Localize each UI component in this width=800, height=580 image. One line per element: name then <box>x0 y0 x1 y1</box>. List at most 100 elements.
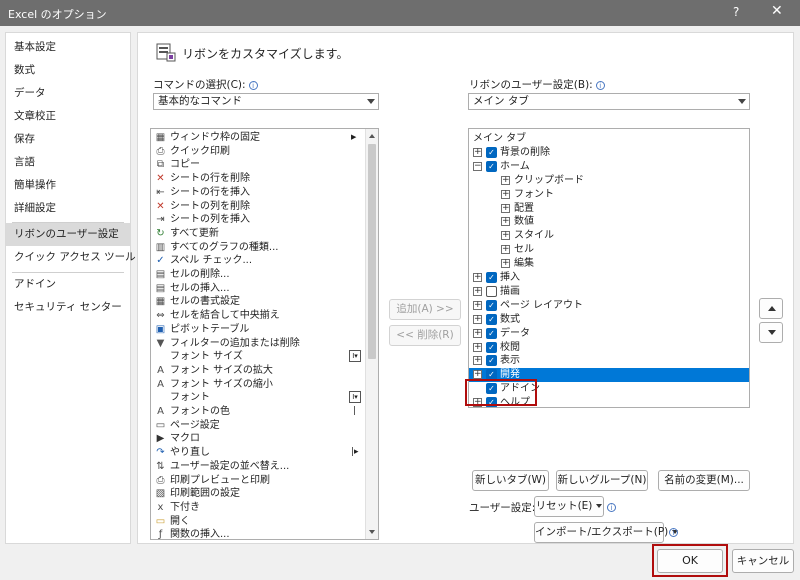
scroll-up-icon[interactable] <box>369 134 375 138</box>
expand-icon[interactable]: + <box>501 259 510 269</box>
add-button[interactable]: 追加(A) >> <box>389 299 461 320</box>
info-icon[interactable]: i <box>607 503 616 512</box>
rename-button[interactable]: 名前の変更(M)... <box>658 470 750 491</box>
checkbox[interactable]: ✓ <box>486 383 497 395</box>
checkbox[interactable] <box>486 285 497 297</box>
checkbox[interactable]: ✓ <box>486 355 497 367</box>
checkbox[interactable]: ✓ <box>486 160 497 172</box>
checkbox[interactable]: ✓ <box>486 313 497 325</box>
tree-group-item[interactable]: + フォント <box>469 188 749 202</box>
command-item[interactable]: ▶ マクロ <box>153 432 365 446</box>
ribbon-select[interactable]: メイン タブ <box>468 93 750 110</box>
sidebar-item-trust-center[interactable]: セキュリティ センター <box>6 296 130 319</box>
info-icon[interactable]: i <box>248 80 258 90</box>
expand-icon[interactable]: + <box>473 147 482 157</box>
expand-icon[interactable]: + <box>501 203 510 213</box>
tree-group-item[interactable]: + 数値 <box>469 215 749 229</box>
tree-group-item[interactable]: + 配置 <box>469 202 749 216</box>
sidebar-item-formulas[interactable]: 数式 <box>6 59 130 82</box>
tree-tab-item[interactable]: + ✓ 背景の削除 <box>469 146 749 160</box>
tree-group-item[interactable]: + スタイル <box>469 229 749 243</box>
command-item[interactable]: ▦ ウィンドウ枠の固定 ▶ <box>153 131 365 145</box>
cancel-button[interactable]: キャンセル <box>732 549 794 573</box>
sidebar-item-customize-ribbon[interactable]: リボンのユーザー設定 <box>6 223 130 246</box>
command-item[interactable]: ⎙ 印刷プレビューと印刷 <box>153 474 365 488</box>
command-item[interactable]: x 下付き <box>153 501 365 515</box>
scrollbar-thumb[interactable] <box>368 144 376 359</box>
checkbox[interactable]: ✓ <box>486 369 497 381</box>
commands-select[interactable]: 基本的なコマンド <box>153 93 379 110</box>
command-item[interactable]: A フォント サイズの縮小 <box>153 378 365 392</box>
expand-icon[interactable]: + <box>473 342 482 352</box>
checkbox[interactable]: ✓ <box>486 397 497 407</box>
close-button[interactable]: ✕ <box>771 3 783 19</box>
command-item[interactable]: ↷ やり直し |▸ <box>153 446 365 460</box>
command-item[interactable]: ⇥ シートの列を挿入 <box>153 213 365 227</box>
command-item[interactable]: ƒ 関数の挿入... <box>153 528 365 539</box>
sidebar-item-advanced[interactable]: 詳細設定 <box>6 197 130 220</box>
commands-list-scrollbar[interactable] <box>365 129 378 539</box>
command-item[interactable]: ✓ スペル チェック... <box>153 254 365 268</box>
tree-tab-item[interactable]: + ✓ 表示 <box>469 354 749 368</box>
expand-icon[interactable]: + <box>501 231 510 241</box>
scroll-down-icon[interactable] <box>369 530 375 534</box>
sidebar-item-proofing[interactable]: 文章校正 <box>6 105 130 128</box>
checkbox[interactable]: ✓ <box>486 327 497 339</box>
expand-icon[interactable]: + <box>473 286 482 296</box>
checkbox[interactable]: ✓ <box>486 146 497 158</box>
command-item[interactable]: A フォント サイズの拡大 <box>153 364 365 378</box>
ribbon-tree[interactable]: メイン タブ + ✓ 背景の削除 − ✓ ホーム + クリップボード + フォント + 配置 + 数値 + スタ… <box>468 128 750 408</box>
tree-tab-item[interactable]: + ✓ 数式 <box>469 313 749 327</box>
command-item[interactable]: ↻ すべて更新 <box>153 227 365 241</box>
sidebar-item-data[interactable]: データ <box>6 82 130 105</box>
tree-tab-item[interactable]: ✓ アドイン <box>469 382 749 396</box>
checkbox[interactable]: ✓ <box>486 299 497 311</box>
command-item[interactable]: ▤ セルの削除... <box>153 268 365 282</box>
new-group-button[interactable]: 新しいグループ(N) <box>556 470 648 491</box>
sidebar-item-general[interactable]: 基本設定 <box>6 36 130 59</box>
command-item[interactable]: ▥ すべてのグラフの種類... <box>153 241 365 255</box>
command-item[interactable]: ⇤ シートの行を挿入 <box>153 186 365 200</box>
tree-group-item[interactable]: + クリップボード <box>469 174 749 188</box>
sidebar-item-accessibility[interactable]: 簡単操作 <box>6 174 130 197</box>
tree-tab-item[interactable]: + ✓ ページ レイアウト <box>469 299 749 313</box>
expand-icon[interactable]: + <box>473 356 482 366</box>
sidebar-item-quick-access-toolbar[interactable]: クイック アクセス ツール バー <box>6 246 160 269</box>
checkbox[interactable]: ✓ <box>486 341 497 353</box>
command-item[interactable]: ▤ セルの挿入... <box>153 282 365 296</box>
ok-button[interactable]: OK <box>657 549 723 573</box>
sidebar-item-addins[interactable]: アドイン <box>6 273 130 296</box>
tree-tab-item[interactable]: + ✓ 挿入 <box>469 271 749 285</box>
move-down-button[interactable] <box>759 322 783 343</box>
info-icon[interactable]: i <box>595 80 605 90</box>
expand-icon[interactable]: + <box>473 398 482 407</box>
expand-icon[interactable]: + <box>501 245 510 255</box>
command-item[interactable]: ⇅ ユーザー設定の並べ替え... <box>153 460 365 474</box>
command-item[interactable]: ⎙ クイック印刷 <box>153 145 365 159</box>
new-tab-button[interactable]: 新しいタブ(W) <box>472 470 549 491</box>
tree-tab-item[interactable]: + ✓ データ <box>469 327 749 341</box>
tree-tab-item[interactable]: − ✓ ホーム <box>469 160 749 174</box>
expand-icon[interactable]: + <box>473 273 482 282</box>
expand-icon[interactable]: + <box>473 314 482 324</box>
move-up-button[interactable] <box>759 298 783 319</box>
expand-icon[interactable]: + <box>473 300 482 310</box>
import-export-button[interactable]: インポート/エクスポート(P) <box>534 522 679 543</box>
commands-list[interactable]: ▦ ウィンドウ枠の固定 ▶ ⎙ クイック印刷 ⧉ コピー ✕ シートの行を削除 ⇤ シートの行を挿入… <box>150 128 379 540</box>
help-button[interactable]: ? <box>733 5 739 19</box>
command-item[interactable]: ⧉ コピー <box>153 158 365 172</box>
command-item[interactable]: A フォントの色 | <box>153 405 365 419</box>
expand-icon[interactable]: + <box>501 175 510 185</box>
command-item[interactable]: ✕ シートの行を削除 <box>153 172 365 186</box>
collapse-icon[interactable]: − <box>473 161 482 171</box>
command-item[interactable]: ✕ シートの列を削除 <box>153 200 365 214</box>
command-item[interactable]: ▦ セルの書式設定 <box>153 295 365 309</box>
command-item[interactable]: ▧ 印刷範囲の設定 <box>153 487 365 501</box>
checkbox[interactable]: ✓ <box>486 272 497 283</box>
command-item[interactable]: ▣ ピボットテーブル <box>153 323 365 337</box>
info-icon[interactable]: i <box>669 528 678 537</box>
command-item[interactable]: ▭ 開く <box>153 515 365 529</box>
tree-group-item[interactable]: + 編集 <box>469 257 749 271</box>
expand-icon[interactable]: + <box>473 328 482 338</box>
sidebar-item-language[interactable]: 言語 <box>6 151 130 174</box>
